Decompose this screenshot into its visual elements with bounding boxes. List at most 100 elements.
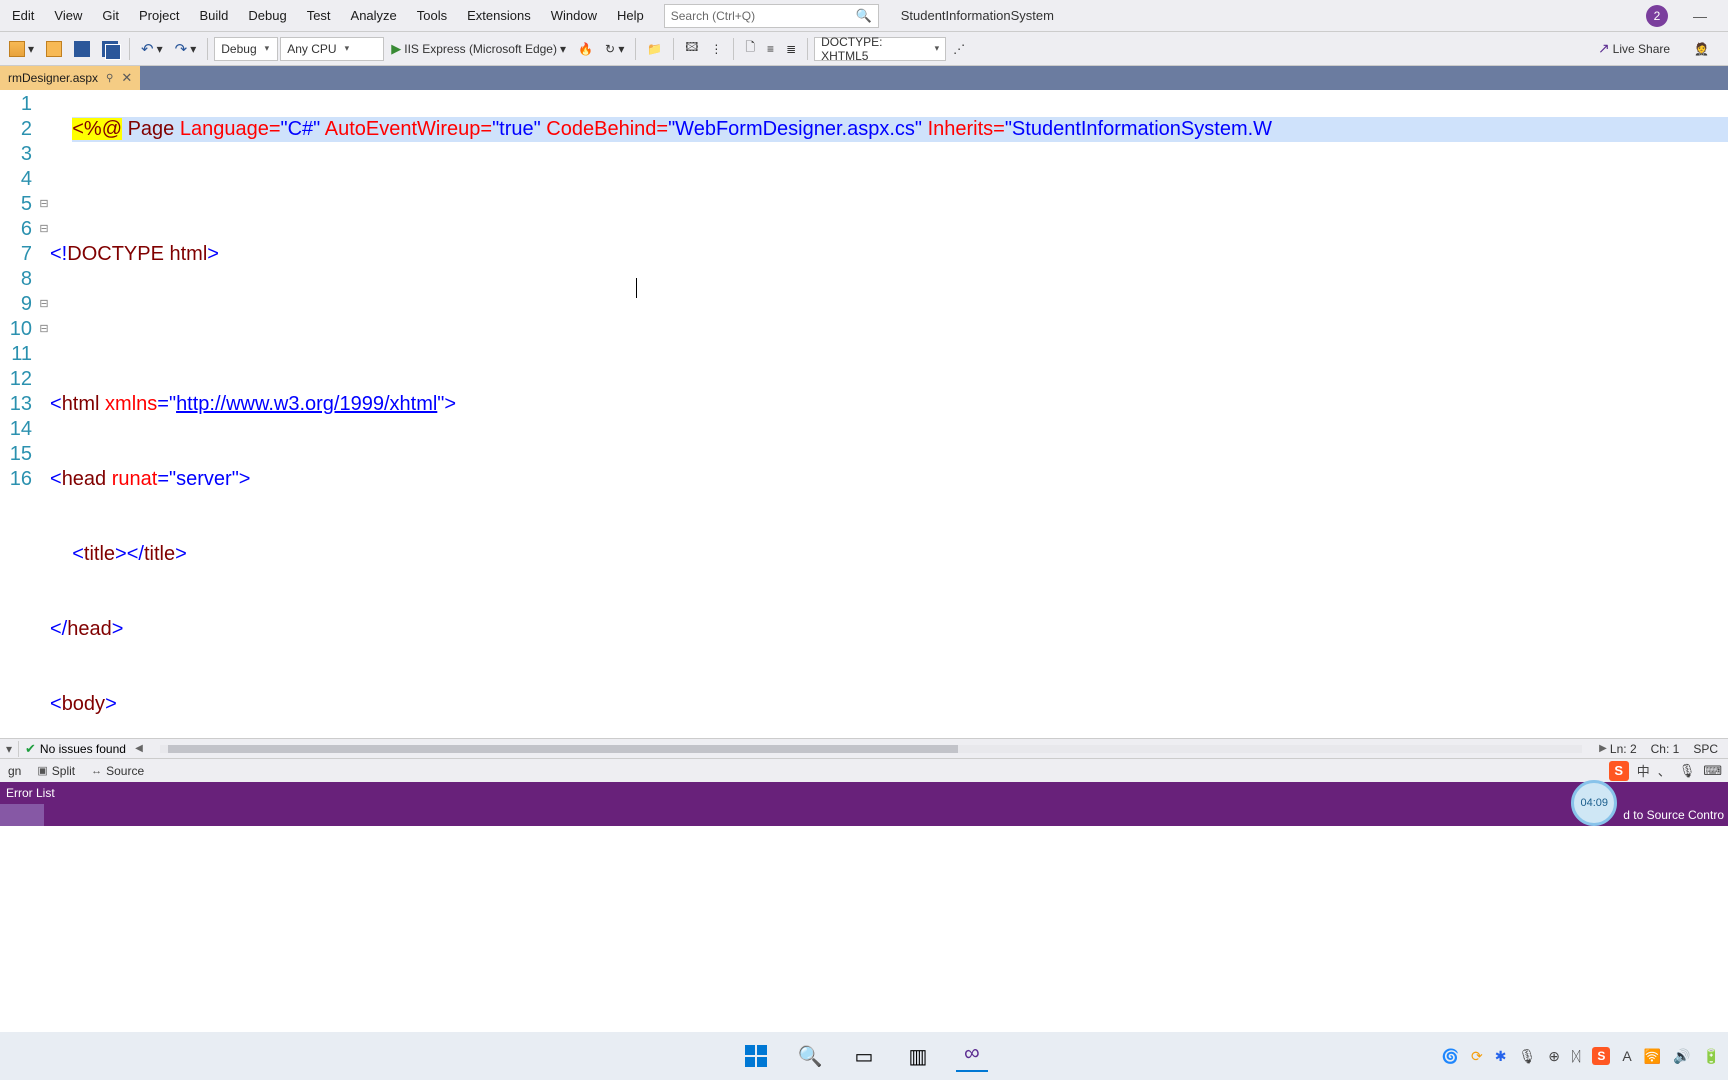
view-switcher-bar: gn ▣Split ↔Source S 中 、 🎙 ⌨ (0, 758, 1728, 782)
wifi-icon[interactable]: 🛜 (1644, 1048, 1661, 1065)
pin-icon[interactable]: ⚲ (106, 73, 113, 84)
project-name: StudentInformationSystem (901, 8, 1054, 23)
design-view-button[interactable]: gn (0, 762, 29, 780)
keyboard-icon[interactable]: ⌨ (1703, 763, 1722, 779)
menu-tools[interactable]: Tools (407, 4, 457, 27)
tab-strip: rmDesigner.aspx ⚲ ✕ (0, 66, 1728, 90)
editor-status-bar: ▾ ✔ No issues found ◀ ▶ Ln: 2 Ch: 1 SPC (0, 738, 1728, 758)
tb-icon-1[interactable]: 📁 (642, 39, 667, 59)
tb-icon-5[interactable]: ≡ (762, 39, 779, 59)
live-share-button[interactable]: ↗Live Share (1593, 37, 1675, 60)
menu-extensions[interactable]: Extensions (457, 4, 541, 27)
tray-icon[interactable]: ᛞ (1572, 1048, 1580, 1064)
redo-icon: ↷ (175, 40, 188, 58)
editor-tab[interactable]: rmDesigner.aspx ⚲ ✕ (0, 66, 140, 90)
windows-taskbar: 🔍 ▭ ▥ ∞ 🌀 ⟳ ✱ 🎙 ⊕ ᛞ S A 🛜 🔊 🔋 (0, 1032, 1728, 1080)
tab-close-button[interactable]: ✕ (121, 70, 132, 86)
code-editor[interactable]: 12345678 910111213141516 ⊟⊟ ⊟⊟ <%@ Page … (0, 90, 1728, 738)
open-icon (46, 41, 62, 57)
status-bar: 04:09 d to Source Contro (0, 804, 1728, 826)
new-item-button[interactable]: ▾ (4, 38, 39, 60)
line-gutter: 12345678 910111213141516 (0, 90, 38, 738)
menu-view[interactable]: View (44, 4, 92, 27)
char-indicator: Ch: 1 (1651, 742, 1680, 756)
volume-icon[interactable]: 🔊 (1673, 1048, 1690, 1065)
line-indicator: Ln: 2 (1610, 742, 1637, 756)
fold-gutter: ⊟⊟ ⊟⊟ (38, 90, 50, 738)
ime-indicator: S 中 、 🎙 ⌨ (1609, 761, 1728, 781)
save-button[interactable] (69, 38, 95, 60)
tb-icon-6[interactable]: ≣ (781, 39, 801, 59)
nav-dropdown[interactable]: ▾ (0, 742, 18, 756)
menu-help[interactable]: Help (607, 4, 654, 27)
visual-studio-app[interactable]: ∞ (956, 1040, 988, 1072)
window-minimize[interactable]: — (1686, 8, 1714, 24)
menu-debug[interactable]: Debug (238, 4, 296, 27)
new-icon (9, 41, 25, 57)
tray-icon[interactable]: ⊕ (1548, 1048, 1560, 1065)
code-area[interactable]: <%@ Page Language="C#" AutoEventWireup="… (50, 90, 1728, 738)
scroll-left[interactable]: ◀ (132, 743, 146, 754)
tb-icon-3[interactable]: ⋮ (705, 39, 727, 59)
widgets[interactable]: ▥ (902, 1040, 934, 1072)
live-share-icon: ↗ (1598, 40, 1610, 57)
menu-analyze[interactable]: Analyze (341, 4, 407, 27)
hot-reload-button[interactable]: 🔥 (573, 39, 598, 59)
play-icon: ▶ (391, 41, 401, 57)
source-control-label[interactable]: d to Source Contro (1623, 808, 1728, 822)
run-button[interactable]: ▶IIS Express (Microsoft Edge) ▾ (386, 38, 571, 60)
feedback-button[interactable]: 🤵 (1689, 39, 1714, 59)
undo-icon: ↶ (141, 40, 154, 58)
tb-overflow[interactable]: ⋰ (948, 39, 970, 59)
tray-icon[interactable]: 🌀 (1442, 1048, 1459, 1065)
menu-bar: Edit View Git Project Build Debug Test A… (0, 0, 1728, 32)
scroll-right[interactable]: ▶ (1596, 743, 1610, 754)
menu-build[interactable]: Build (189, 4, 238, 27)
toolbar: ▾ ↶▾ ↷▾ Debug▾ Any CPU▾ ▶IIS Express (Mi… (0, 32, 1728, 66)
start-button[interactable] (740, 1040, 772, 1072)
menu-edit[interactable]: Edit (2, 4, 44, 27)
screen-time-widget[interactable]: 04:09 (1571, 780, 1617, 826)
search-icon: 🔍 (856, 8, 872, 24)
doctype-select[interactable]: DOCTYPE: XHTML5▾ (814, 37, 946, 61)
menu-test[interactable]: Test (297, 4, 341, 27)
menu-window[interactable]: Window (541, 4, 607, 27)
taskbar-search[interactable]: 🔍 (794, 1040, 826, 1072)
open-file-button[interactable] (41, 38, 67, 60)
config-select[interactable]: Debug▾ (214, 37, 278, 61)
error-list-panel[interactable]: Error List (0, 782, 1728, 804)
platform-select[interactable]: Any CPU▾ (280, 37, 384, 61)
save-all-icon (102, 41, 118, 57)
ime-badge[interactable]: S (1609, 761, 1629, 781)
browser-refresh-button[interactable]: ↻ ▾ (600, 39, 629, 59)
redo-button[interactable]: ↷▾ (170, 37, 202, 61)
task-view[interactable]: ▭ (848, 1040, 880, 1072)
user-avatar[interactable]: 2 (1646, 5, 1668, 27)
tab-label: rmDesigner.aspx (8, 71, 98, 85)
system-tray[interactable]: 🌀 ⟳ ✱ 🎙 ⊕ ᛞ S A 🛜 🔊 🔋 (1442, 1047, 1720, 1065)
save-icon (74, 41, 90, 57)
tb-icon-2[interactable]: 🖾 (680, 35, 703, 62)
bluetooth-icon[interactable]: ✱ (1495, 1048, 1507, 1065)
search-input[interactable]: Search (Ctrl+Q) 🔍 (664, 4, 879, 28)
check-icon: ✔ (25, 741, 36, 757)
ime-tray-icon[interactable]: S (1592, 1047, 1610, 1065)
status-indent (0, 804, 44, 826)
save-all-button[interactable] (97, 38, 123, 60)
spc-indicator: SPC (1693, 742, 1718, 756)
undo-button[interactable]: ↶▾ (136, 37, 168, 61)
tray-icon[interactable]: ⟳ (1471, 1048, 1483, 1065)
menu-git[interactable]: Git (92, 4, 129, 27)
split-view-button[interactable]: ▣Split (29, 762, 83, 780)
tray-icon[interactable]: A (1622, 1048, 1631, 1064)
battery-icon[interactable]: 🔋 (1703, 1048, 1720, 1065)
horizontal-scrollbar[interactable] (152, 742, 1590, 756)
text-cursor (636, 278, 637, 298)
source-view-button[interactable]: ↔Source (83, 762, 152, 780)
issues-status[interactable]: ✔ No issues found (19, 741, 132, 757)
search-placeholder: Search (Ctrl+Q) (671, 9, 755, 23)
mic-icon[interactable]: 🎙 (1679, 763, 1696, 779)
tb-icon-4[interactable]: 🗋 (740, 35, 760, 62)
menu-project[interactable]: Project (129, 4, 189, 27)
mic-tray-icon[interactable]: 🎙 (1518, 1048, 1536, 1065)
